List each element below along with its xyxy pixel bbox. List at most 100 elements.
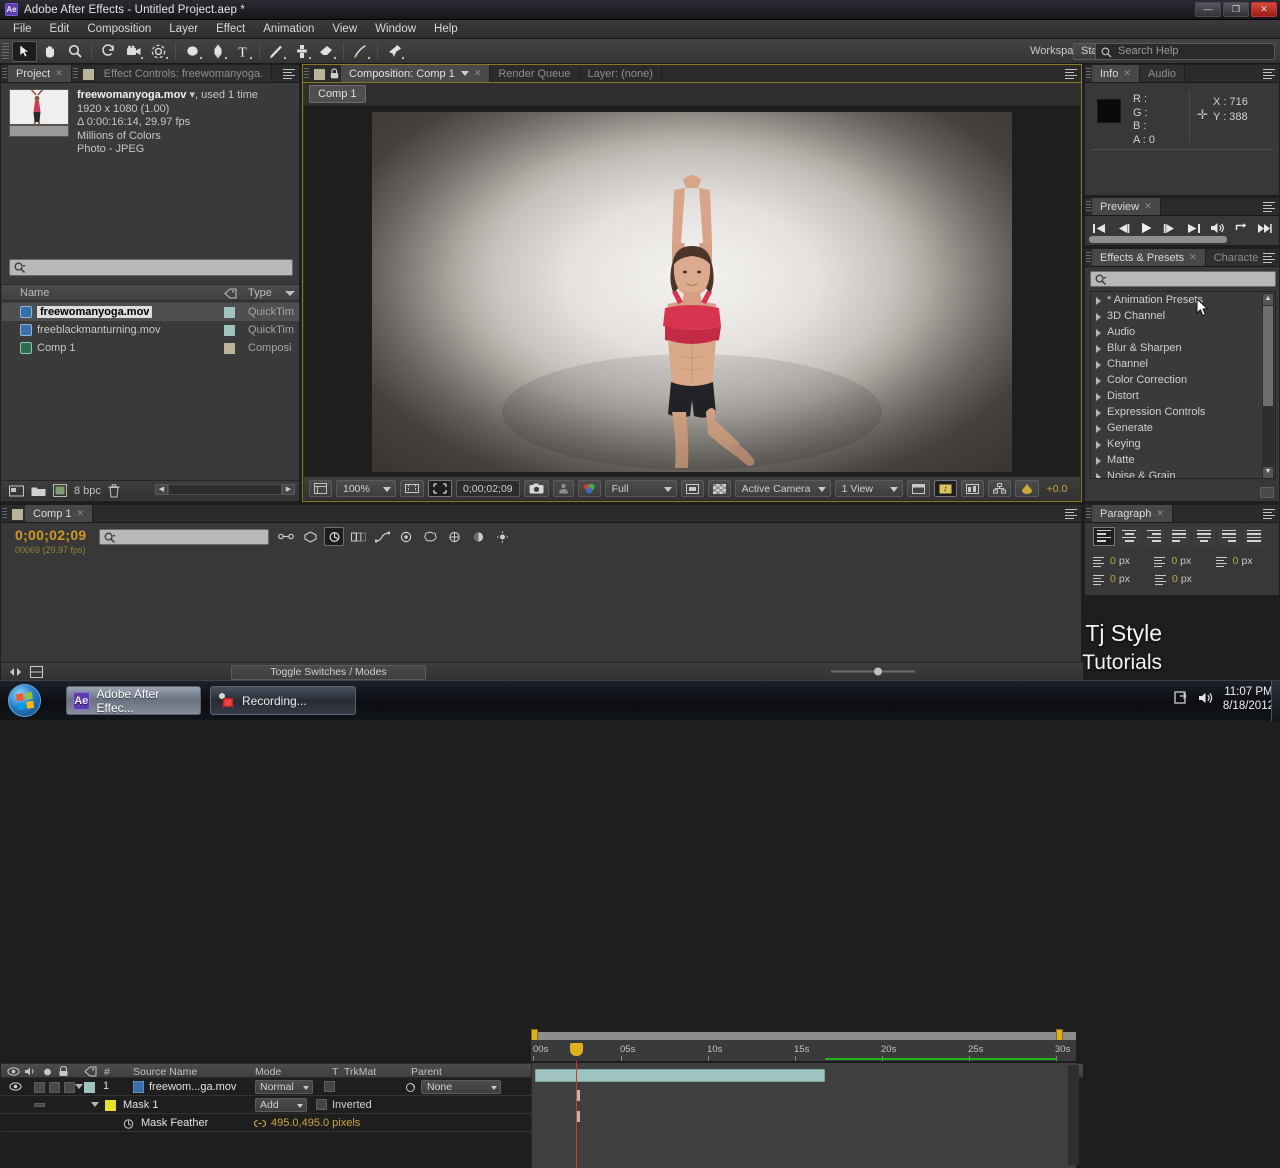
loop-button[interactable]: [1231, 220, 1251, 236]
preview-panel-grip[interactable]: [1086, 201, 1091, 212]
column-name[interactable]: Name: [20, 287, 49, 299]
clone-stamp-tool[interactable]: [289, 41, 314, 62]
action-center-icon[interactable]: [1174, 690, 1189, 708]
indent-right-field[interactable]: 0 px: [1152, 555, 1213, 567]
effects-item[interactable]: Keying: [1091, 436, 1275, 452]
camera-view-select[interactable]: Active Camera: [735, 480, 831, 497]
column-type[interactable]: Type: [248, 287, 272, 299]
bit-depth-icon[interactable]: [53, 484, 67, 497]
timeline-search-input[interactable]: [99, 529, 269, 545]
composition-stage[interactable]: [372, 112, 1012, 472]
row-parent-select[interactable]: None: [421, 1080, 501, 1094]
layer-duration-bar[interactable]: [535, 1069, 825, 1082]
mask-disclosure-triangle-icon[interactable]: [91, 1102, 99, 1107]
column-t[interactable]: T: [332, 1066, 338, 1078]
disclosure-triangle-icon[interactable]: [1096, 345, 1101, 353]
selection-tool[interactable]: [12, 41, 37, 62]
menu-edit[interactable]: Edit: [41, 21, 79, 37]
row-visibility-icon[interactable]: [9, 1081, 22, 1092]
scroll-left-arrow[interactable]: ◀: [155, 484, 168, 495]
menu-layer[interactable]: Layer: [160, 21, 207, 37]
pan-behind-tool[interactable]: [146, 41, 171, 62]
scroll-track[interactable]: [168, 484, 282, 495]
start-button[interactable]: [8, 684, 41, 717]
row-lock-cell[interactable]: [64, 1082, 75, 1093]
hand-tool[interactable]: [37, 41, 62, 62]
disclosure-triangle-icon[interactable]: [1096, 473, 1101, 479]
align-center-button[interactable]: [1118, 527, 1140, 546]
effects-item[interactable]: Matte: [1091, 452, 1275, 468]
ram-preview-button[interactable]: [1255, 220, 1275, 236]
close-button[interactable]: ✕: [1251, 2, 1277, 17]
justify-last-right-button[interactable]: [1218, 527, 1240, 546]
timeline-current-timecode[interactable]: 0;00;02;09: [15, 527, 87, 543]
space-after-field[interactable]: 0 px: [1153, 573, 1215, 585]
frame-blending-icon[interactable]: [348, 527, 368, 546]
comp-tab-close-icon[interactable]: ✕: [474, 68, 482, 79]
scroll-thumb[interactable]: [1263, 306, 1273, 406]
scroll-down-arrow[interactable]: ▼: [1263, 467, 1273, 478]
menu-view[interactable]: View: [323, 21, 366, 37]
panel-grip[interactable]: [2, 68, 7, 79]
tab-render-queue[interactable]: Render Queue: [490, 65, 579, 82]
minimize-button[interactable]: —: [1195, 2, 1221, 17]
show-desktop-button[interactable]: [1271, 681, 1280, 721]
tab-project[interactable]: Project ✕: [8, 65, 72, 82]
lock-column-icon[interactable]: [58, 1066, 69, 1077]
transparency-grid-icon[interactable]: [708, 480, 731, 497]
scroll-up-arrow[interactable]: ▲: [1263, 294, 1273, 305]
draft-3d-icon[interactable]: [300, 527, 320, 546]
project-search-input[interactable]: [9, 259, 293, 276]
effects-item[interactable]: Distort: [1091, 388, 1275, 404]
effects-item[interactable]: Audio: [1091, 324, 1275, 340]
lens-flare-icon[interactable]: [492, 527, 512, 546]
disclosure-triangle-icon[interactable]: [1096, 313, 1101, 321]
taskbar-button-recording[interactable]: Recording...: [210, 686, 356, 715]
row-disclosure-triangle-icon[interactable]: [75, 1084, 83, 1089]
comp-panel-grip[interactable]: [304, 68, 309, 79]
timeline-panel-menu-icon[interactable]: [1065, 509, 1077, 519]
tab-character[interactable]: Characte: [1206, 249, 1268, 266]
exposure-value[interactable]: +0.0: [1047, 483, 1068, 495]
tab-layer[interactable]: Layer: (none): [580, 65, 662, 82]
paragraph-panel-grip[interactable]: [1086, 508, 1091, 519]
zoom-tool[interactable]: [62, 41, 87, 62]
breadcrumb-comp1[interactable]: Comp 1: [309, 85, 366, 103]
first-frame-button[interactable]: [1089, 220, 1109, 236]
info-panel-menu-icon[interactable]: [1263, 69, 1275, 79]
timeline-vertical-scrollbar[interactable]: [1068, 1065, 1079, 1165]
mask-keyframe-marker[interactable]: [577, 1090, 580, 1101]
effects-item[interactable]: 3D Channel: [1091, 308, 1275, 324]
indent-first-line-field[interactable]: 0 px: [1214, 555, 1275, 567]
mask-feather-value[interactable]: 495.0,495.0 pixels: [271, 1117, 360, 1129]
disclosure-triangle-icon[interactable]: [1096, 329, 1101, 337]
audio-toggle-button[interactable]: [1208, 220, 1228, 236]
label-color-swatch[interactable]: [224, 307, 235, 318]
type-tool[interactable]: T: [230, 41, 255, 62]
camera-tool[interactable]: [121, 41, 146, 62]
justify-last-left-button[interactable]: [1168, 527, 1190, 546]
camera-raw-icon[interactable]: [444, 527, 464, 546]
tab-audio[interactable]: Audio: [1140, 65, 1185, 82]
taskbar-clock[interactable]: 11:07 PM 8/18/2012: [1223, 685, 1274, 713]
parent-pickwhip-icon[interactable]: [405, 1082, 416, 1093]
effects-item[interactable]: Expression Controls: [1091, 404, 1275, 420]
project-row-freeblackmanturning[interactable]: freeblackmanturning.mov QuickTim: [2, 321, 299, 339]
current-time-indicator-head[interactable]: [570, 1043, 583, 1056]
align-right-button[interactable]: [1143, 527, 1165, 546]
effects-category-list[interactable]: * Animation Presets 3D Channel Audio Blu…: [1090, 291, 1276, 479]
pixel-aspect-correction-icon[interactable]: [907, 480, 930, 497]
maximize-button[interactable]: ❐: [1223, 2, 1249, 17]
current-time-indicator-line[interactable]: [576, 1061, 577, 1168]
disclosure-triangle-icon[interactable]: [1096, 361, 1101, 369]
resolution-select[interactable]: Full: [605, 480, 677, 497]
lock-icon[interactable]: [327, 65, 341, 82]
view-layout-select[interactable]: 1 View: [835, 480, 903, 497]
timeline-panel-grip[interactable]: [2, 508, 7, 519]
stopwatch-icon[interactable]: [123, 1118, 134, 1129]
label-column-icon[interactable]: [84, 1066, 97, 1077]
region-interest-toggle-icon[interactable]: [681, 480, 704, 497]
show-snapshot-icon[interactable]: [553, 480, 574, 497]
toolbar-grip[interactable]: [2, 43, 9, 60]
tab-timeline-comp1[interactable]: Comp 1 ✕: [25, 505, 93, 522]
